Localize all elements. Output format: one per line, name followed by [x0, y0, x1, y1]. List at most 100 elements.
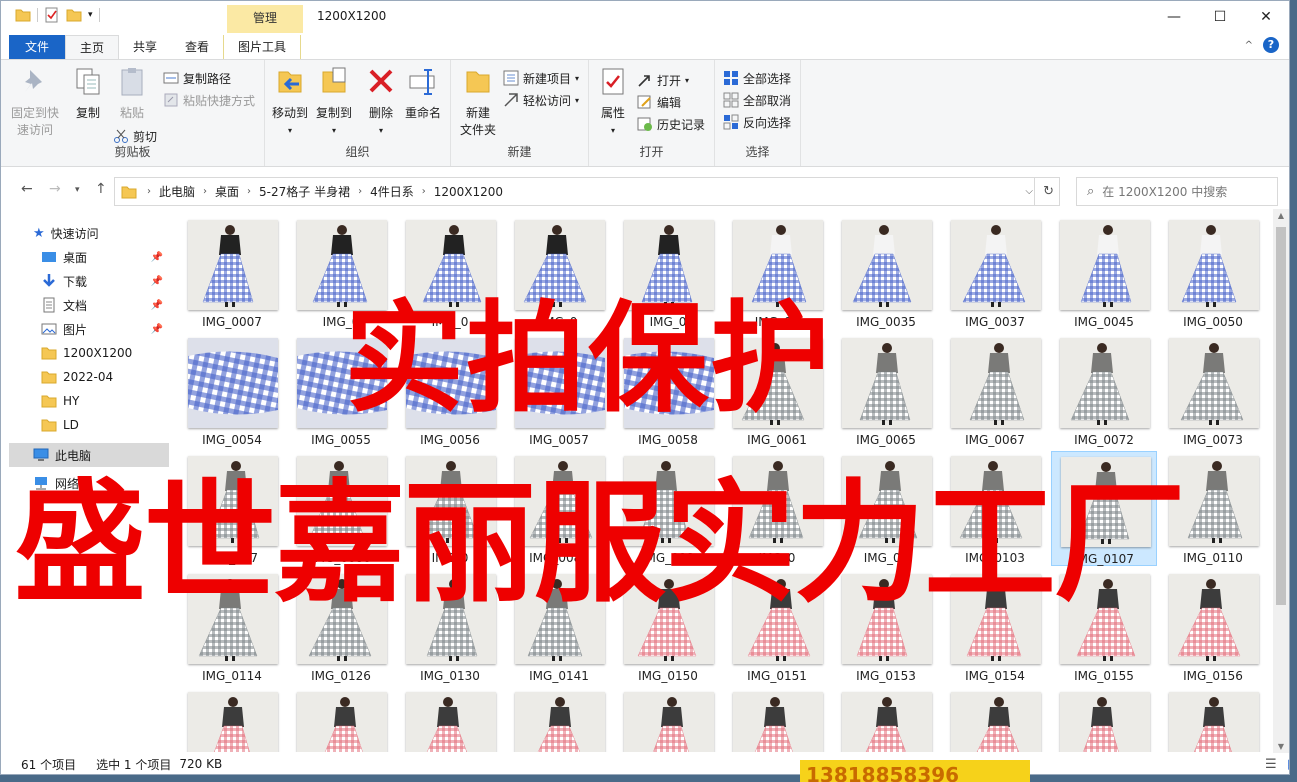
back-arrow-icon[interactable]: ← [21, 181, 33, 197]
file-item[interactable] [397, 687, 503, 752]
folder-icon[interactable] [15, 7, 31, 23]
file-item[interactable] [615, 687, 721, 752]
breadcrumb-folder-1[interactable]: 5-27格子 半身裙 [253, 183, 356, 200]
forward-arrow-icon[interactable]: → [49, 181, 61, 197]
copy-path-button[interactable]: 复制路径 [163, 68, 231, 88]
minimize-button[interactable]: — [1151, 1, 1197, 33]
thumbnail-image[interactable] [842, 220, 932, 310]
address-bar[interactable]: › 此电脑 › 桌面 › 5-27格子 半身裙 › 4件日系 › 1200X12… [114, 177, 1060, 206]
nav-this-pc[interactable]: 此电脑 [9, 443, 169, 467]
file-item[interactable]: IMG_0045 [1051, 215, 1157, 330]
file-item[interactable]: IMG_0037 [942, 215, 1048, 330]
nav-item-6[interactable]: HY [9, 389, 169, 413]
recent-locations-icon[interactable]: ▾ [75, 185, 80, 195]
file-item[interactable] [179, 687, 285, 752]
new-item-button[interactable]: 新建项目 ▾ [503, 68, 579, 88]
edit-button[interactable]: 编辑 [637, 92, 681, 112]
file-item[interactable]: IMG_0072 [1051, 333, 1157, 448]
thumbnail-image[interactable] [1060, 692, 1150, 752]
thumbnail-image[interactable] [842, 338, 932, 428]
paste-button[interactable]: 粘贴 [111, 66, 153, 122]
file-item[interactable] [942, 687, 1048, 752]
vertical-scrollbar[interactable]: ▲ ▼ [1273, 209, 1289, 753]
breadcrumb-folder-2[interactable]: 4件日系 [364, 183, 420, 200]
thumbnail-image[interactable] [188, 220, 278, 310]
breadcrumb-separator[interactable]: › [356, 186, 364, 197]
file-item[interactable]: IMG_0035 [833, 215, 939, 330]
help-icon[interactable]: ? [1263, 37, 1279, 53]
breadcrumb-separator[interactable]: › [145, 186, 153, 197]
thumbnail-image[interactable] [188, 692, 278, 752]
thumbnail-image[interactable] [1169, 692, 1259, 752]
nav-quick-access[interactable]: ★ 快速访问 [9, 221, 169, 245]
tab-view[interactable]: 查看 [171, 35, 223, 59]
file-item[interactable] [724, 687, 830, 752]
file-item[interactable]: IMG_0054 [179, 333, 285, 448]
thumbnail-image[interactable] [951, 220, 1041, 310]
pin-icon[interactable]: 📌 [151, 324, 163, 335]
pin-quick-access-button[interactable]: 固定到快 速访问 [7, 66, 63, 139]
nav-item-2[interactable]: 文档 📌 [9, 293, 169, 317]
new-folder-button[interactable]: 新建 文件夹 [455, 66, 501, 139]
breadcrumb-desktop[interactable]: 桌面 [209, 183, 245, 200]
nav-item-7[interactable]: LD [9, 413, 169, 437]
select-all-button[interactable]: 全部选择 [723, 68, 791, 88]
file-item[interactable] [833, 687, 939, 752]
invert-selection-button[interactable]: 反向选择 [723, 112, 791, 132]
scroll-down-icon[interactable]: ▼ [1273, 742, 1289, 751]
address-dropdown-icon[interactable]: ⌵ [1025, 186, 1033, 197]
thumbnail-image[interactable] [406, 692, 496, 752]
breadcrumb-this-pc[interactable]: 此电脑 [153, 183, 201, 200]
thumbnail-image[interactable] [188, 338, 278, 428]
tab-share[interactable]: 共享 [119, 35, 171, 59]
breadcrumb-separator[interactable]: › [245, 186, 253, 197]
collapse-ribbon-icon[interactable]: ^ [1245, 40, 1253, 51]
file-item[interactable] [506, 687, 612, 752]
open-button[interactable]: 打开 ▾ [637, 70, 689, 90]
pin-icon[interactable]: 📌 [151, 252, 163, 263]
pin-icon[interactable]: 📌 [151, 276, 163, 287]
nav-item-1[interactable]: 下载 📌 [9, 269, 169, 293]
select-none-button[interactable]: 全部取消 [723, 90, 791, 110]
pin-icon[interactable]: 📌 [151, 300, 163, 311]
file-item[interactable]: IMG_0007 [179, 215, 285, 330]
thumbnail-image[interactable] [1169, 338, 1259, 428]
paste-shortcut-button[interactable]: 粘贴快捷方式 [163, 90, 255, 110]
file-item[interactable]: IMG_0065 [833, 333, 939, 448]
thumbnail-image[interactable] [297, 692, 387, 752]
delete-button[interactable]: 删除 ▾ [363, 66, 399, 139]
refresh-icon[interactable]: ↻ [1043, 184, 1054, 199]
scrollbar-thumb[interactable] [1276, 227, 1286, 605]
easy-access-button[interactable]: 轻松访问 ▾ [503, 90, 579, 110]
file-item[interactable] [288, 687, 394, 752]
maximize-button[interactable]: ☐ [1197, 1, 1243, 33]
details-view-icon[interactable]: ☰ [1265, 757, 1277, 772]
scroll-up-icon[interactable]: ▲ [1273, 211, 1289, 220]
up-arrow-icon[interactable]: ↑ [95, 181, 107, 197]
tab-home[interactable]: 主页 [65, 35, 120, 59]
rename-button[interactable]: 重命名 [401, 66, 445, 122]
copy-to-button[interactable]: 复制到 ▾ [313, 66, 355, 139]
copy-button[interactable]: 复制 [67, 66, 109, 122]
nav-item-3[interactable]: 图片 📌 [9, 317, 169, 341]
nav-item-4[interactable]: 1200X1200 [9, 341, 169, 365]
thumbnail-image[interactable] [842, 692, 932, 752]
new-folder-icon[interactable] [66, 7, 82, 23]
properties-button[interactable]: 属性 ▾ [595, 66, 631, 139]
thumbnail-image[interactable] [733, 692, 823, 752]
nav-item-5[interactable]: 2022-04 [9, 365, 169, 389]
breadcrumb-current[interactable]: 1200X1200 [428, 185, 509, 199]
file-item[interactable]: IMG_0073 [1160, 333, 1266, 448]
thumbnail-image[interactable] [1169, 220, 1259, 310]
tab-manage[interactable]: 管理 [227, 5, 303, 33]
breadcrumb-separator[interactable]: › [420, 186, 428, 197]
history-button[interactable]: 历史记录 [637, 114, 705, 134]
file-item[interactable] [1160, 687, 1266, 752]
customize-qat-icon[interactable]: ▾ [88, 10, 93, 20]
breadcrumb-separator[interactable]: › [201, 186, 209, 197]
file-item[interactable]: IMG_0050 [1160, 215, 1266, 330]
thumbnail-image[interactable] [624, 692, 714, 752]
thumbnail-image[interactable] [951, 692, 1041, 752]
tab-file[interactable]: 文件 [9, 35, 65, 59]
search-box[interactable]: ⌕ 在 1200X1200 中搜索 [1076, 177, 1278, 206]
